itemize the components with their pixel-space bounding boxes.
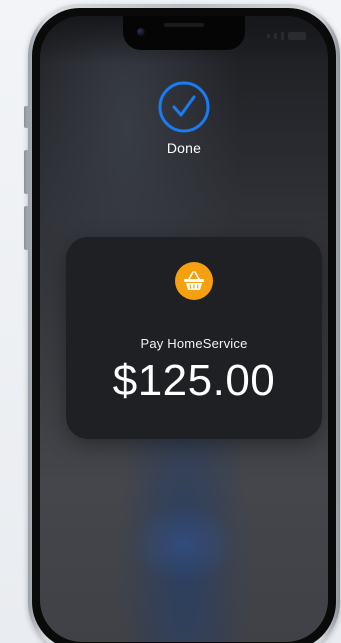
screenshot-stage: Done Pay HomeService $125.00: [0, 0, 341, 643]
status-indicators: [267, 32, 306, 40]
phone-screen: Done Pay HomeService $125.00: [40, 16, 328, 642]
done-indicator: Done: [144, 80, 224, 156]
pay-merchant-label: Pay HomeService: [140, 336, 248, 351]
phone-bezel: Done Pay HomeService $125.00: [32, 8, 336, 643]
signal-bar: [281, 32, 284, 40]
payment-amount: $125.00: [112, 356, 276, 405]
signal-bar: [267, 34, 270, 38]
front-camera-icon: [137, 28, 145, 36]
signal-bar: [274, 33, 277, 39]
shopping-basket-icon: [175, 262, 213, 300]
earpiece-speaker: [164, 23, 204, 27]
phone-frame: Done Pay HomeService $125.00: [28, 4, 340, 643]
payment-card: Pay HomeService $125.00: [66, 237, 322, 439]
face-id-glow: [129, 504, 239, 584]
battery-icon: [288, 32, 306, 40]
notch: [123, 16, 245, 50]
checkmark-circle-icon: [157, 80, 211, 134]
done-label: Done: [166, 140, 202, 156]
